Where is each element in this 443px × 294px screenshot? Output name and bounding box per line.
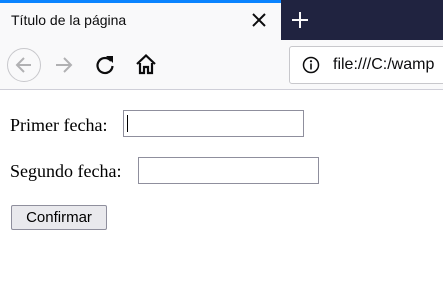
- url-text: file:///C:/wamp: [333, 56, 435, 73]
- page-content: Primer fecha: Segundo fecha: Confirmar: [0, 91, 443, 294]
- back-button[interactable]: [7, 48, 41, 82]
- second-date-input[interactable]: [138, 157, 319, 184]
- arrow-right-icon[interactable]: [53, 54, 75, 76]
- tab-accent-line: [0, 0, 281, 3]
- home-icon[interactable]: [135, 53, 157, 75]
- tab-strip: Título de la página: [0, 0, 443, 40]
- close-icon[interactable]: [250, 11, 268, 29]
- reload-icon[interactable]: [94, 54, 116, 76]
- plus-icon[interactable]: [290, 10, 310, 30]
- first-date-input[interactable]: [123, 110, 304, 137]
- text-caret: [127, 115, 128, 132]
- first-date-label: Primer fecha:: [10, 115, 108, 135]
- confirm-button[interactable]: Confirmar: [11, 205, 107, 230]
- tab-active[interactable]: Título de la página: [0, 0, 281, 40]
- tab-title: Título de la página: [11, 12, 127, 28]
- info-icon[interactable]: [302, 56, 320, 74]
- arrow-left-icon: [15, 57, 31, 73]
- address-bar[interactable]: file:///C:/wamp: [289, 46, 443, 84]
- nav-toolbar: file:///C:/wamp: [0, 40, 443, 90]
- second-date-label: Segundo fecha:: [10, 161, 122, 181]
